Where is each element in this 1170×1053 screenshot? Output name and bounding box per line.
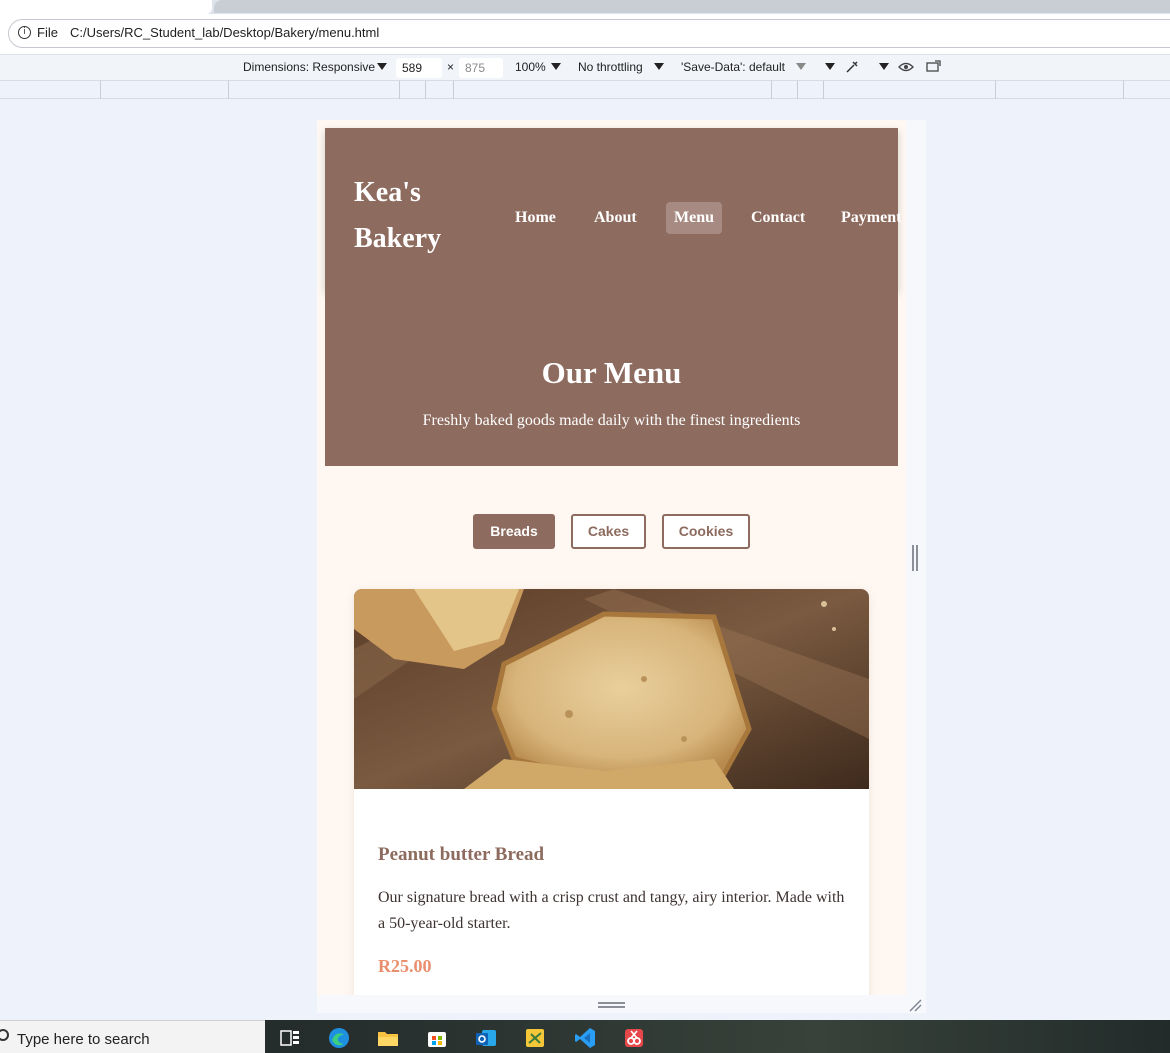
menu-item-description: Our signature bread with a crisp crust a… <box>378 889 845 932</box>
chevron-down-icon[interactable] <box>879 63 889 70</box>
page-viewport: Kea's Bakery Home About Menu Contact Pay… <box>317 120 906 995</box>
chevron-down-icon[interactable] <box>796 63 806 70</box>
color-picker-icon[interactable] <box>844 59 860 75</box>
resize-corner-icon[interactable] <box>908 998 922 1012</box>
times-sign: × <box>447 60 455 74</box>
rotate-device-icon[interactable] <box>925 59 943 75</box>
height-input[interactable]: 875 <box>459 58 503 78</box>
zoom-select[interactable]: 100% <box>515 60 546 74</box>
edge-icon[interactable] <box>327 1026 351 1050</box>
taskbar-search-placeholder[interactable]: Type here to search <box>17 1031 150 1048</box>
store-icon[interactable] <box>425 1026 449 1050</box>
url-text[interactable]: C:/Users/RC_Student_lab/Desktop/Bakery/m… <box>70 25 379 40</box>
dimensions-select[interactable]: Dimensions: Responsive <box>243 60 375 74</box>
filter-breads-button[interactable]: Breads <box>473 514 555 549</box>
nav-about-link[interactable]: About <box>594 202 637 234</box>
chevron-down-icon[interactable] <box>825 63 835 70</box>
site-info-icon[interactable]: i <box>18 26 31 39</box>
menu-item-card[interactable]: Peanut butter Bread Our signature bread … <box>354 589 869 995</box>
site-header: Kea's Bakery Home About Menu Contact Pay… <box>325 128 901 291</box>
file-explorer-icon[interactable] <box>376 1026 400 1050</box>
vscode-icon[interactable] <box>573 1026 597 1050</box>
media-query-ruler[interactable] <box>0 80 1170 99</box>
tab-active[interactable] <box>0 0 212 14</box>
chevron-down-icon[interactable] <box>377 63 387 70</box>
resize-handle-bottom[interactable] <box>598 1002 625 1008</box>
outlook-icon[interactable] <box>474 1026 498 1050</box>
filter-cookies-button[interactable]: Cookies <box>662 514 750 549</box>
chevron-down-icon[interactable] <box>551 63 561 70</box>
width-input[interactable]: 589 <box>396 58 442 78</box>
nav-payment-link[interactable]: Payment <box>841 202 901 234</box>
task-view-icon[interactable] <box>278 1026 302 1050</box>
eye-icon[interactable] <box>897 60 915 74</box>
menu-item-title: Peanut butter Bread <box>378 844 545 865</box>
sticky-app-icon[interactable] <box>523 1026 547 1050</box>
main-nav: Home About Menu Contact Payment <box>325 202 901 234</box>
nav-menu-link[interactable]: Menu <box>666 202 722 234</box>
hero-subtitle: Freshly baked goods made daily with the … <box>422 412 801 429</box>
tab-inactive[interactable] <box>214 0 1170 13</box>
menu-item-price: R25.00 <box>378 956 432 976</box>
file-scheme-label: File <box>37 25 58 40</box>
nav-home-link[interactable]: Home <box>515 202 556 234</box>
page-title: Our Menu <box>541 355 682 390</box>
filter-cakes-button[interactable]: Cakes <box>571 514 646 549</box>
snipping-tool-icon[interactable] <box>622 1026 646 1050</box>
nav-contact-link[interactable]: Contact <box>751 202 805 234</box>
throttling-select[interactable]: No throttling <box>578 60 643 74</box>
chevron-down-icon[interactable] <box>654 63 664 70</box>
device-toolbar: Dimensions: Responsive 589 × 875 100% No… <box>0 54 1170 80</box>
resize-handle-right[interactable] <box>912 545 918 571</box>
bread-photo <box>354 589 869 789</box>
hero-banner: Our Menu Freshly baked goods made daily … <box>325 291 898 466</box>
save-data-select[interactable]: 'Save-Data': default <box>681 60 785 74</box>
